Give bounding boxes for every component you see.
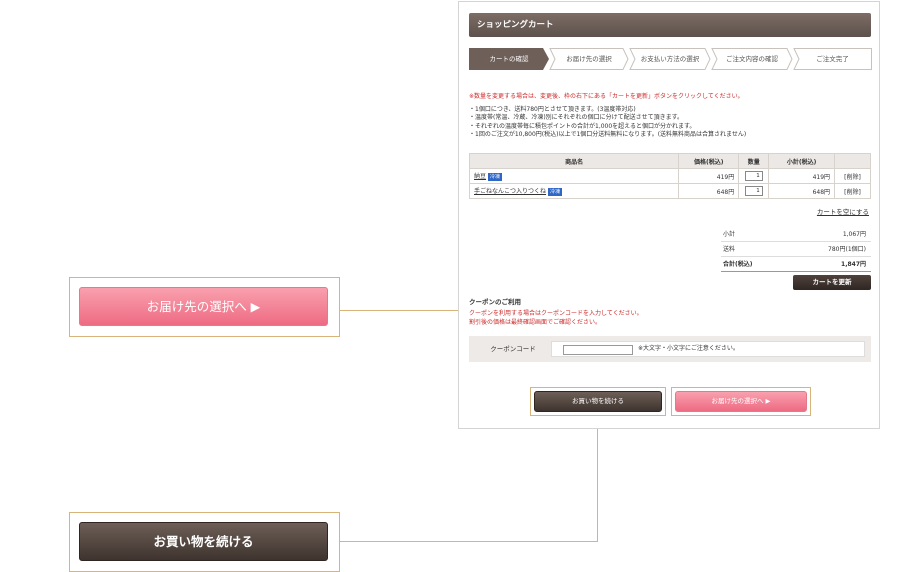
quantity-input[interactable]: 1 bbox=[744, 171, 763, 181]
checkout-steps: カートの確認 お届け先の選択 お支払い方法の選択 ご注文内容の確認 ご注文完了 bbox=[469, 48, 872, 70]
qty-cell: 1 bbox=[738, 183, 770, 199]
cart-title: ショッピングカート bbox=[469, 13, 871, 37]
subtotal-cell: 648円 bbox=[768, 183, 836, 199]
col-action bbox=[834, 153, 871, 169]
delete-link[interactable]: [削除] bbox=[844, 189, 861, 196]
col-price: 価格(税込) bbox=[678, 153, 740, 169]
table-header-row: 商品名 価格(税込) 数量 小計(税込) bbox=[468, 153, 871, 169]
continue-shopping-button-enlarged[interactable]: お買い物を続ける bbox=[79, 522, 328, 561]
product-cell: 納豆 冷凍 bbox=[468, 168, 680, 184]
price-cell: 419円 bbox=[678, 168, 740, 184]
summary-shipping-value: 780円(1個口) bbox=[828, 246, 866, 253]
coupon-notice-line: 割引後の価格は最終確認画面でご確認ください。 bbox=[469, 319, 602, 326]
col-product: 商品名 bbox=[468, 153, 680, 169]
subtotal-cell: 419円 bbox=[768, 168, 836, 184]
update-cart-button[interactable]: カートを更新 bbox=[793, 275, 871, 290]
product-link[interactable]: 納豆 bbox=[474, 173, 486, 180]
empty-cart-link[interactable]: カートを空にする bbox=[817, 206, 869, 216]
product-link[interactable]: 手ごねなんこつ入りつくね bbox=[474, 188, 546, 195]
step-payment: お支払い方法の選択 bbox=[629, 48, 711, 70]
delete-link[interactable]: [削除] bbox=[844, 174, 861, 181]
step-complete: ご注文完了 bbox=[793, 48, 872, 70]
frozen-badge: 冷凍 bbox=[548, 187, 563, 196]
shipping-note: ・1回のご注文が10,800円(税込)以上で1個口分送料無料になります。(送料無… bbox=[469, 131, 747, 139]
table-row: 手ごねなんこつ入りつくね 冷凍 648円 1 648円 [削除] bbox=[468, 183, 871, 199]
frozen-badge: 冷凍 bbox=[488, 172, 503, 181]
step-shipping: お届け先の選択 bbox=[549, 48, 629, 70]
quantity-change-notice: ※数量を変更する場合は、変更後、枠の右下にある「カートを更新」ボタンをクリックし… bbox=[469, 93, 744, 100]
summary-shipping-label: 送料 bbox=[723, 246, 736, 253]
coupon-notice: クーポンを利用する場合はクーポンコードを入力してください。 割引後の価格は最終確… bbox=[469, 309, 643, 327]
coupon-form: クーポンコード ※大文字・小文字にご注意ください。 bbox=[469, 336, 871, 362]
shipping-note: ・それぞれの温度帯毎に積包ポイントの合計が1,000を超えると個口が分かれます。 bbox=[469, 122, 696, 130]
step-cart-confirm: カートの確認 bbox=[469, 48, 549, 70]
table-row: 納豆 冷凍 419円 1 419円 [削除] bbox=[468, 168, 871, 184]
coupon-title: クーポンのご利用 bbox=[469, 298, 521, 306]
summary-total-value: 1,847円 bbox=[841, 261, 866, 268]
continue-shopping-button[interactable]: お買い物を続ける bbox=[534, 391, 662, 412]
next-shipping-button-enlarged[interactable]: お届け先の選択へ ▶ bbox=[79, 287, 328, 326]
coupon-hint: ※大文字・小文字にご注意ください。 bbox=[638, 345, 739, 352]
shopping-cart-panel: ショッピングカート カートの確認 お届け先の選択 お支払い方法の選択 ご注文内容… bbox=[458, 1, 880, 429]
cart-table: 商品名 価格(税込) 数量 小計(税込) 納豆 冷凍 419円 1 419円 [削… bbox=[468, 153, 871, 199]
summary-total: 合計(税込) 1,847円 bbox=[721, 257, 871, 272]
price-cell: 648円 bbox=[678, 183, 740, 199]
summary-subtotal: 小計 1,067円 bbox=[721, 227, 871, 242]
connector-line bbox=[340, 541, 598, 542]
summary-shipping: 送料 780円(1個口) bbox=[721, 242, 871, 257]
quantity-input[interactable]: 1 bbox=[744, 186, 763, 196]
col-qty: 数量 bbox=[738, 153, 770, 169]
qty-cell: 1 bbox=[738, 168, 770, 184]
coupon-field-wrap: ※大文字・小文字にご注意ください。 bbox=[551, 341, 865, 357]
coupon-code-label: クーポンコード bbox=[490, 345, 536, 353]
step-order-review: ご注文内容の確認 bbox=[711, 48, 793, 70]
next-shipping-button[interactable]: お届け先の選択へ ▶ bbox=[675, 391, 807, 412]
col-subtotal: 小計(税込) bbox=[768, 153, 836, 169]
shipping-note: ・温度帯(常温、冷蔵、冷凍)別にそれぞれの個口に分けて配送させて頂きます。 bbox=[469, 114, 683, 122]
coupon-code-input[interactable] bbox=[563, 345, 633, 355]
summary-total-label: 合計(税込) bbox=[723, 261, 753, 268]
connector-line bbox=[597, 415, 598, 542]
summary-subtotal-value: 1,067円 bbox=[842, 231, 866, 238]
shipping-notes: ・1個口につき、送料780円とさせて頂きます。(3温度帯対応) ・温度帯(常温、… bbox=[469, 106, 746, 140]
summary-subtotal-label: 小計 bbox=[723, 231, 736, 238]
order-summary: 小計 1,067円 送料 780円(1個口) 合計(税込) 1,847円 bbox=[721, 227, 871, 272]
product-cell: 手ごねなんこつ入りつくね 冷凍 bbox=[468, 183, 680, 199]
coupon-notice-line: クーポンを利用する場合はクーポンコードを入力してください。 bbox=[469, 310, 643, 317]
